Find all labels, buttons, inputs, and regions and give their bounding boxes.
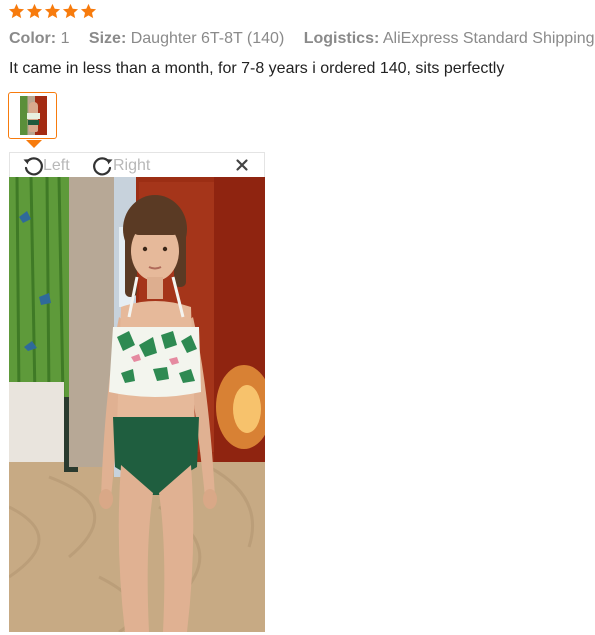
rating-stars [8,3,97,20]
thumbnail-image [20,96,47,135]
thumbnail-selected-pointer [26,140,42,148]
review-text: It came in less than a month, for 7-8 ye… [9,60,505,77]
attribute-size: Size: Daughter 6T-8T (140) [89,30,284,47]
star-icon [8,3,25,19]
rotate-right-label: Right [113,156,151,174]
star-icon [26,3,43,19]
rotate-left-icon [23,156,43,175]
star-icon [80,3,97,19]
review-photo [9,177,265,632]
close-icon[interactable] [234,157,250,173]
review-photo-thumbnail[interactable] [8,92,57,139]
star-icon [62,3,79,19]
attribute-logistics: Logistics: AliExpress Standard Shipping [304,30,595,47]
attribute-value: Daughter 6T-8T (140) [130,30,285,47]
attribute-value: 1 [60,30,70,47]
attribute-value: AliExpress Standard Shipping [382,30,595,47]
star-icon [44,3,61,19]
rotate-left-label: Left [43,156,70,174]
review-photo-image [9,177,265,632]
photo-viewer: Left Right [9,152,265,632]
order-attributes: Color: 1 Size: Daughter 6T-8T (140) Logi… [9,30,595,48]
viewer-toolbar: Left Right [9,152,265,177]
rotate-right-icon [93,156,113,175]
attribute-color: Color: 1 [9,30,69,47]
attribute-label: Size: [88,30,127,47]
rotate-right-button[interactable]: Right [91,153,150,178]
attribute-label: Logistics: [303,30,380,47]
rotate-left-button[interactable]: Left [21,153,70,178]
attribute-label: Color: [9,30,57,47]
